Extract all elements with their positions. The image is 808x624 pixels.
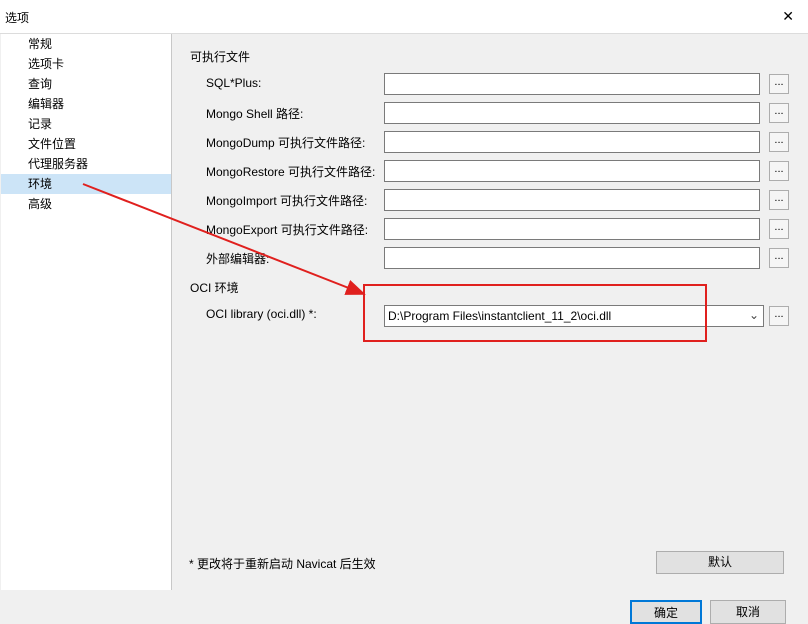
sidebar-item-advanced[interactable]: 高级 (1, 194, 171, 214)
annotation-highlight-box (363, 284, 707, 342)
sqlplus-browse-button[interactable]: ... (769, 74, 789, 94)
ok-button[interactable]: 确定 (630, 600, 702, 624)
field-label-sqlplus: SQL*Plus: (206, 76, 262, 90)
sidebar-item-environment[interactable]: 环境 (1, 174, 171, 194)
mongoimport-input[interactable] (384, 189, 760, 211)
mongodump-input[interactable] (384, 131, 760, 153)
sqlplus-input[interactable] (384, 73, 760, 95)
dialog-footer: 确定 取消 (0, 590, 808, 624)
field-label-mongo-shell: Mongo Shell 路径: (206, 107, 304, 121)
mongo-shell-browse-button[interactable]: ... (769, 103, 789, 123)
mongorestore-browse-button[interactable]: ... (769, 161, 789, 181)
chevron-down-icon[interactable]: ⌄ (749, 308, 759, 322)
exec-section-title: 可执行文件 (190, 50, 251, 64)
oci-browse-button[interactable]: ... (769, 306, 789, 326)
oci-library-label: OCI library (oci.dll) *: (206, 307, 317, 321)
sidebar-item-tabs[interactable]: 选项卡 (1, 54, 171, 74)
field-label-mongoexport: MongoExport 可执行文件路径: (206, 223, 369, 237)
cancel-button[interactable]: 取消 (710, 600, 786, 624)
external-editor-browse-button[interactable]: ... (769, 248, 789, 268)
close-icon[interactable]: ✕ (782, 8, 794, 25)
title-bar: 选项 ✕ (0, 0, 808, 33)
mongoexport-browse-button[interactable]: ... (769, 219, 789, 239)
field-label-mongoimport: MongoImport 可执行文件路径: (206, 194, 368, 208)
mongo-shell-input[interactable] (384, 102, 760, 124)
field-label-mongodump: MongoDump 可执行文件路径: (206, 136, 366, 150)
mongoimport-browse-button[interactable]: ... (769, 190, 789, 210)
restart-note: * 更改将于重新启动 Navicat 后生效 (189, 557, 376, 571)
field-label-mongorestore: MongoRestore 可执行文件路径: (206, 165, 376, 179)
sidebar-item-proxy[interactable]: 代理服务器 (1, 154, 171, 174)
mongoexport-input[interactable] (384, 218, 760, 240)
sidebar-item-editor[interactable]: 编辑器 (1, 94, 171, 114)
mongodump-browse-button[interactable]: ... (769, 132, 789, 152)
external-editor-input[interactable] (384, 247, 760, 269)
sidebar-item-records[interactable]: 记录 (1, 114, 171, 134)
sidebar-item-query[interactable]: 查询 (1, 74, 171, 94)
window-title: 选项 (5, 11, 30, 25)
oci-section-title: OCI 环境 (190, 281, 239, 295)
default-button[interactable]: 默认 (656, 551, 784, 574)
sidebar-item-file-location[interactable]: 文件位置 (1, 134, 171, 154)
mongorestore-input[interactable] (384, 160, 760, 182)
sidebar: 常规 选项卡 查询 编辑器 记录 文件位置 代理服务器 环境 高级 (1, 34, 172, 590)
sidebar-item-general[interactable]: 常规 (1, 34, 171, 54)
field-label-external-editor: 外部编辑器: (206, 252, 270, 266)
